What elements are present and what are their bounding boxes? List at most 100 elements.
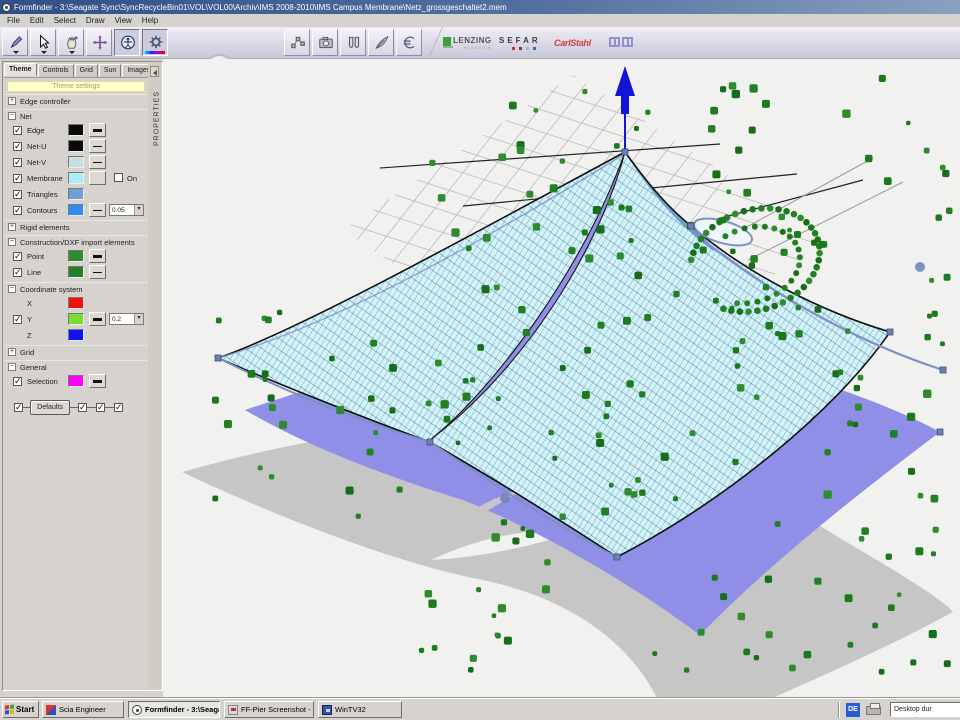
- menu-edit[interactable]: Edit: [25, 15, 49, 26]
- feather-tool-button[interactable]: [368, 29, 394, 56]
- collapse-icon[interactable]: −: [8, 363, 16, 371]
- camera-tool-button[interactable]: [312, 29, 338, 56]
- expand-icon[interactable]: +: [8, 348, 16, 356]
- collapse-panel-arrow-icon[interactable]: [150, 66, 159, 77]
- select-dropdown-arrow[interactable]: [41, 51, 47, 54]
- color-swatch-net-v[interactable]: [68, 156, 84, 168]
- checkbox-y[interactable]: [13, 315, 22, 324]
- checkbox-point[interactable]: [13, 252, 22, 261]
- tab-sun[interactable]: Sun: [99, 64, 121, 77]
- desktop-search-box[interactable]: Desktop dur: [890, 702, 960, 717]
- color-swatch-membrane[interactable]: [68, 172, 84, 184]
- group-header-rigid-elements[interactable]: +Rigid elements: [4, 220, 148, 233]
- dropdown-arrow-icon[interactable]: ▾: [134, 314, 143, 324]
- line-style-button-edge[interactable]: [89, 123, 106, 137]
- menu-help[interactable]: Help: [137, 15, 163, 26]
- move-arrows-icon: [92, 34, 108, 51]
- checkbox-on[interactable]: [114, 173, 123, 182]
- group-header-construction-dxf-import-elements[interactable]: −Construction/DXF import elements: [4, 235, 148, 248]
- select-tool-button[interactable]: [30, 29, 56, 56]
- tab-controls[interactable]: Controls: [38, 64, 74, 77]
- defaults-checkbox-4[interactable]: [114, 403, 123, 412]
- collapse-icon[interactable]: −: [8, 112, 16, 120]
- pan-tool-button[interactable]: [58, 29, 84, 56]
- viewport-3d[interactable]: [163, 59, 960, 698]
- color-swatch-triangles[interactable]: [68, 188, 84, 200]
- defaults-button[interactable]: Defaults: [30, 400, 70, 415]
- color-swatch-selection[interactable]: [68, 375, 84, 387]
- color-swatch-line[interactable]: [68, 266, 84, 278]
- expand-icon[interactable]: +: [8, 97, 16, 105]
- color-swatch-point[interactable]: [68, 250, 84, 262]
- euro-tool-button[interactable]: [396, 29, 422, 56]
- checkbox-contours[interactable]: [13, 206, 22, 215]
- line-style-button-net-v[interactable]: [89, 155, 106, 169]
- setting-row-y: Y 0.2▾: [4, 311, 148, 327]
- start-button[interactable]: Start: [2, 701, 39, 718]
- collapse-icon[interactable]: −: [8, 285, 16, 293]
- color-swatch-y[interactable]: [68, 313, 84, 325]
- tab-grid[interactable]: Grid: [75, 64, 98, 77]
- line-sample-icon: [93, 210, 102, 211]
- dropdown-arrow-icon[interactable]: ▾: [134, 205, 143, 215]
- taskbar-task-scia-engineer[interactable]: Scia Engineer: [42, 701, 124, 718]
- line-sample-icon: [93, 380, 102, 383]
- defaults-checkbox-3[interactable]: [96, 403, 105, 412]
- checkbox-membrane[interactable]: [13, 174, 22, 183]
- color-swatch-x[interactable]: [68, 297, 84, 309]
- expand-icon[interactable]: +: [8, 223, 16, 231]
- line-style-button-point[interactable]: [89, 249, 106, 263]
- human-figure-tool-button[interactable]: [114, 29, 140, 56]
- line-style-button-contours[interactable]: [89, 203, 106, 217]
- nodes-tool-button[interactable]: [284, 29, 310, 56]
- pencil-tool-button[interactable]: [2, 29, 28, 56]
- line-style-button-net-u[interactable]: [89, 139, 106, 153]
- group-label: Grid: [20, 348, 34, 357]
- checkbox-net-v[interactable]: [13, 158, 22, 167]
- color-swatch-edge[interactable]: [68, 124, 84, 136]
- pencil-dropdown-arrow[interactable]: [13, 51, 19, 54]
- dropdown-y[interactable]: 0.2▾: [109, 313, 144, 325]
- line-style-button-line[interactable]: [89, 265, 106, 279]
- color-swatch-contours[interactable]: [68, 204, 84, 216]
- group-header-edge-controller[interactable]: +Edge controller: [4, 94, 148, 107]
- group-header-coordinate-system[interactable]: −Coordinate system: [4, 282, 148, 295]
- binoculars-tool-button[interactable]: [340, 29, 366, 56]
- move-tool-button[interactable]: [86, 29, 112, 56]
- taskbar-task-formfinder-3-seaga[interactable]: Formfinder - 3:\Seaga...: [128, 701, 220, 718]
- tab-images[interactable]: Images: [122, 64, 149, 77]
- checkbox-edge[interactable]: [13, 126, 22, 135]
- checkbox-line[interactable]: [13, 268, 22, 277]
- collapse-icon[interactable]: −: [8, 238, 16, 246]
- color-swatch-net-u[interactable]: [68, 140, 84, 152]
- checkbox-net-u[interactable]: [13, 142, 22, 151]
- line-style-button-selection[interactable]: [89, 374, 106, 388]
- color-swatch-z[interactable]: [68, 329, 84, 341]
- defaults-checkbox-2[interactable]: [78, 403, 87, 412]
- line-style-button-y[interactable]: [89, 312, 106, 326]
- printer-tray-icon[interactable]: [866, 706, 881, 715]
- menu-file[interactable]: File: [2, 15, 25, 26]
- theme-settings-tool-button[interactable]: [142, 29, 168, 56]
- defaults-checkbox-1[interactable]: [14, 403, 23, 412]
- taskbar-task-wintv32[interactable]: WinTV32: [318, 701, 402, 718]
- taskbar-task-ff-pier-screenshot-paint[interactable]: FF-Pier Screenshot - Paint: [224, 701, 314, 718]
- line-sample-icon: [93, 129, 102, 132]
- line-style-button-membrane[interactable]: [89, 171, 106, 185]
- group-header-general[interactable]: −General: [4, 360, 148, 373]
- checkbox-triangles[interactable]: [13, 190, 22, 199]
- menu-draw[interactable]: Draw: [81, 15, 110, 26]
- group-header-net[interactable]: −Net: [4, 109, 148, 122]
- language-indicator[interactable]: DE: [846, 703, 860, 717]
- sefar-logo: SEFAR: [499, 36, 541, 50]
- pan-dropdown-arrow[interactable]: [69, 51, 75, 54]
- checkbox-selection[interactable]: [13, 377, 22, 386]
- windows-flag-icon: [5, 705, 14, 715]
- title-bar[interactable]: Formfinder - 3:\Seagate Sync\SyncRecycle…: [0, 0, 960, 14]
- dropdown-contours[interactable]: 0.05▾: [109, 204, 144, 216]
- menu-select[interactable]: Select: [49, 15, 81, 26]
- group-header-grid[interactable]: + Grid: [4, 345, 148, 358]
- tab-theme[interactable]: Theme: [4, 63, 37, 76]
- setting-label: Y: [27, 315, 32, 324]
- menu-view[interactable]: View: [110, 15, 137, 26]
